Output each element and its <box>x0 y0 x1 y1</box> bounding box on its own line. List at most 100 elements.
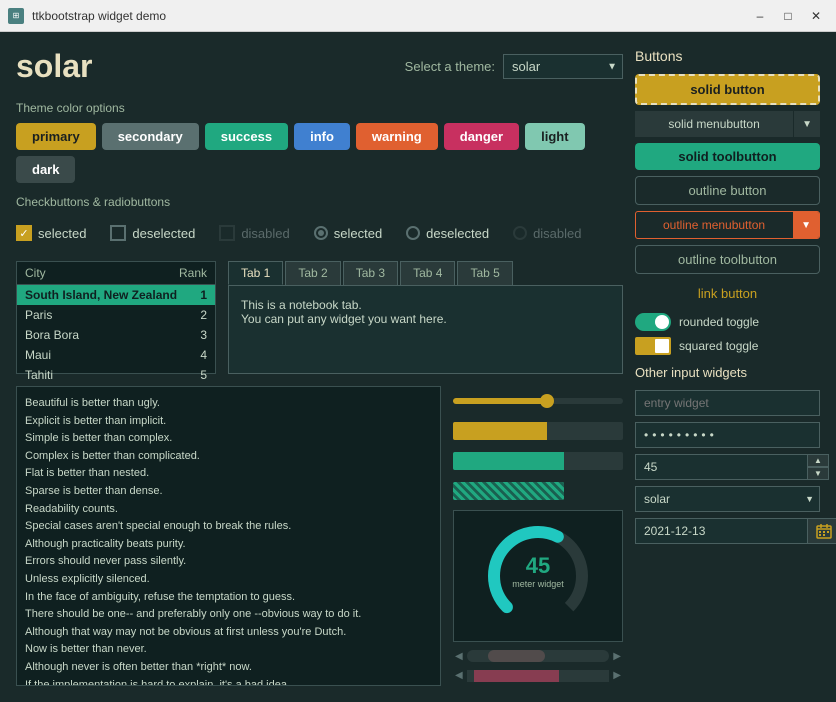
radio-empty-icon[interactable] <box>406 226 420 240</box>
scrollbar-row: ◀ ▶ <box>453 650 623 662</box>
slider-fill-1 <box>453 398 547 404</box>
radio-selected-item: selected <box>314 226 382 241</box>
scrollbar-thumb[interactable] <box>488 650 545 662</box>
checkbox-selected-icon[interactable]: ✓ <box>16 225 32 241</box>
table-row[interactable]: Bora Bora 3 <box>17 325 215 345</box>
h-scrollbar-thumb[interactable] <box>474 670 560 682</box>
radio-selected-icon[interactable] <box>314 226 328 240</box>
outline-menubutton-arrow[interactable]: ▼ <box>793 212 819 238</box>
calendar-button[interactable] <box>807 518 836 544</box>
rounded-toggle-label: rounded toggle <box>679 315 759 329</box>
table-row[interactable]: Paris 2 <box>17 305 215 325</box>
bottom-row: Beautiful is better than ugly.Explicit i… <box>16 386 623 686</box>
table-cell-rank-2: 2 <box>200 308 207 322</box>
main-content: solar Select a theme: solar darkly cybor… <box>0 32 836 702</box>
table-cell-city-3: Bora Bora <box>25 328 79 342</box>
spinner-widget[interactable] <box>635 454 807 480</box>
scroll-down-arrow[interactable]: ▶ <box>613 670 621 682</box>
minimize-button[interactable]: – <box>748 4 772 28</box>
tab-1[interactable]: Tab 1 <box>228 261 283 285</box>
outline-toolbutton[interactable]: outline toolbutton <box>635 245 820 274</box>
buttons-panel-title: Buttons <box>635 48 820 64</box>
select-widget[interactable]: solar darkly cyborg <box>635 486 820 512</box>
header: solar Select a theme: solar darkly cybor… <box>16 48 623 85</box>
password-widget[interactable] <box>635 422 820 448</box>
tab-5[interactable]: Tab 5 <box>457 261 512 285</box>
color-btn-warning[interactable]: warning <box>356 123 438 150</box>
theme-dropdown[interactable]: solar darkly cyborg vapor superhero <box>503 54 623 79</box>
spinner-up[interactable]: ▲ <box>807 454 829 467</box>
calendar-icon <box>816 523 832 539</box>
color-btn-success[interactable]: success <box>205 123 288 150</box>
table-cell-rank-1: 1 <box>200 288 207 302</box>
table-cell-rank-4: 4 <box>200 348 207 362</box>
solid-toolbutton[interactable]: solid toolbutton <box>635 143 820 170</box>
solid-menubutton-arrow[interactable]: ▼ <box>794 111 820 137</box>
scrollbar-track <box>467 650 610 662</box>
progress-bar-1 <box>453 422 623 440</box>
checkbox-empty-icon[interactable] <box>110 225 126 241</box>
color-btn-primary[interactable]: primary <box>16 123 96 150</box>
text-area[interactable]: Beautiful is better than ugly.Explicit i… <box>16 386 441 686</box>
check-disabled-label: disabled <box>241 226 289 241</box>
right-panel: Buttons solid button solid menubutton ▼ … <box>635 48 820 686</box>
scroll-up-arrow[interactable]: ◀ <box>455 670 463 682</box>
color-btn-danger[interactable]: danger <box>444 123 519 150</box>
table-header: City Rank <box>17 262 215 285</box>
date-wrapper <box>635 518 820 544</box>
slider-thumb-1[interactable] <box>540 394 554 408</box>
check-deselected: deselected <box>110 225 195 241</box>
progress-bar-2 <box>453 452 623 470</box>
theme-label: Select a theme: <box>405 59 495 74</box>
table-row[interactable]: Tahiti 5 <box>17 365 215 385</box>
h-scrollbar-track <box>467 670 610 682</box>
squared-toggle[interactable] <box>635 337 671 355</box>
tab-4[interactable]: Tab 4 <box>400 261 455 285</box>
color-btn-dark[interactable]: dark <box>16 156 75 183</box>
middle-row: City Rank South Island, New Zealand 1 Pa… <box>16 261 623 374</box>
notebook-text-1: This is a notebook tab. <box>241 298 610 312</box>
input-section-title: Other input widgets <box>635 365 820 380</box>
meter-widget: 45 meter widget <box>453 510 623 642</box>
viz-panel: 45 meter widget ◀ ▶ ◀ <box>453 386 623 686</box>
spinner-down[interactable]: ▼ <box>807 467 829 480</box>
outline-menubutton[interactable]: outline menubutton <box>636 212 792 238</box>
left-panel: solar Select a theme: solar darkly cybor… <box>16 48 623 686</box>
maximize-button[interactable]: □ <box>776 4 800 28</box>
scroll-left-arrow[interactable]: ◀ <box>455 651 463 662</box>
slider-row-1 <box>453 390 623 412</box>
rounded-toggle[interactable] <box>635 313 671 331</box>
tab-2[interactable]: Tab 2 <box>285 261 340 285</box>
squared-toggle-label: squared toggle <box>679 339 758 353</box>
svg-text:meter widget: meter widget <box>512 579 564 589</box>
solid-button[interactable]: solid button <box>635 74 820 105</box>
table-row[interactable]: South Island, New Zealand 1 <box>17 285 215 305</box>
app-title: solar <box>16 48 92 85</box>
check-selected-label: selected <box>38 226 86 241</box>
radio-disabled-icon <box>513 226 527 240</box>
svg-text:45: 45 <box>526 553 550 578</box>
date-input[interactable] <box>635 518 807 544</box>
outline-menubutton-wrapper: outline menubutton ▼ <box>635 211 820 239</box>
spinner-buttons: ▲ ▼ <box>807 454 829 480</box>
table-cell-city-4: Maui <box>25 348 51 362</box>
link-button[interactable]: link button <box>635 280 820 307</box>
close-button[interactable]: ✕ <box>804 4 828 28</box>
table-cell-city-2: Paris <box>25 308 52 322</box>
notebook-panel: Tab 1 Tab 2 Tab 3 Tab 4 Tab 5 This is a … <box>228 261 623 374</box>
entry-widget[interactable] <box>635 390 820 416</box>
solid-menubutton[interactable]: solid menubutton <box>635 111 793 137</box>
table-cell-city-5: Tahiti <box>25 368 53 382</box>
scroll-right-arrow[interactable]: ▶ <box>613 651 621 662</box>
outline-button[interactable]: outline button <box>635 176 820 205</box>
check-disabled: disabled <box>219 225 289 241</box>
color-btn-light[interactable]: light <box>525 123 584 150</box>
color-btn-secondary[interactable]: secondary <box>102 123 199 150</box>
squared-toggle-row: squared toggle <box>635 337 820 355</box>
tab-3[interactable]: Tab 3 <box>343 261 398 285</box>
color-btn-info[interactable]: info <box>294 123 350 150</box>
rounded-toggle-row: rounded toggle <box>635 313 820 331</box>
app-icon: ⊞ <box>8 8 24 24</box>
radio-deselected-item: deselected <box>406 226 489 241</box>
table-row[interactable]: Maui 4 <box>17 345 215 365</box>
